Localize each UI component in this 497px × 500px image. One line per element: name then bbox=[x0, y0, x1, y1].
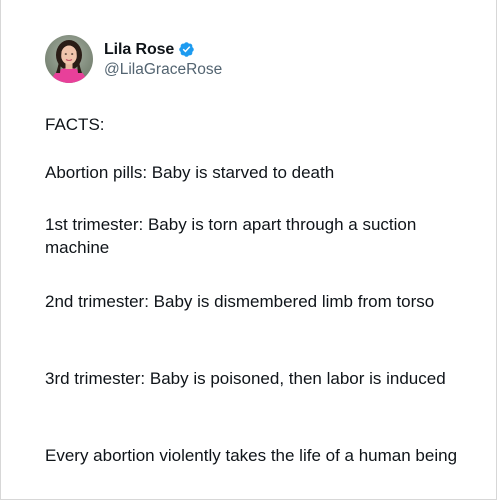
tweet-paragraph: 2nd trimester: Baby is dismembered limb … bbox=[45, 292, 435, 311]
avatar-photo bbox=[45, 35, 93, 83]
avatar[interactable] bbox=[45, 35, 93, 83]
display-name[interactable]: Lila Rose bbox=[104, 41, 174, 59]
tweet-card: Lila Rose @LilaGraceRose FACTS: Abortion… bbox=[0, 0, 497, 500]
tweet-header: Lila Rose @LilaGraceRose bbox=[45, 34, 222, 84]
author-handle[interactable]: @LilaGraceRose bbox=[104, 61, 222, 79]
tweet-paragraph: FACTS: bbox=[45, 115, 105, 134]
tweet-paragraph: 1st trimester: Baby is torn apart throug… bbox=[45, 215, 417, 257]
tweet-paragraph: Every abortion violently takes the life … bbox=[45, 446, 458, 465]
author-names: Lila Rose @LilaGraceRose bbox=[104, 39, 222, 79]
tweet-paragraph: 3rd trimester: Baby is poisoned, then la… bbox=[45, 369, 446, 388]
tweet-paragraph: Abortion pills: Baby is starved to death bbox=[45, 163, 335, 182]
verified-badge-icon[interactable] bbox=[178, 41, 195, 58]
display-name-row: Lila Rose bbox=[104, 39, 222, 60]
